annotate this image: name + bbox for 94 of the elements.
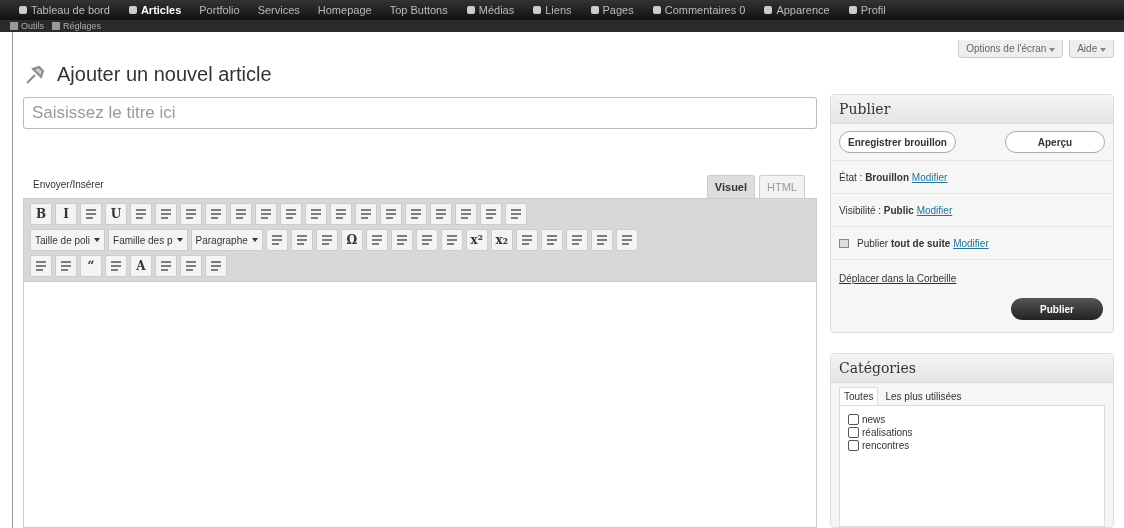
toolbar-button[interactable] — [30, 255, 52, 277]
category-item[interactable]: news — [848, 414, 1096, 425]
toolbar-dropdown[interactable]: Taille de poli — [30, 229, 106, 251]
admin-menu-item[interactable]: Apparence — [755, 4, 838, 16]
toolbar-button[interactable]: U — [105, 203, 127, 225]
toolbar-button[interactable] — [255, 203, 277, 225]
caret-icon — [251, 238, 258, 242]
caret-icon — [1100, 48, 1106, 52]
admin-menu-item[interactable]: Articles — [119, 4, 190, 16]
toolbar-button[interactable] — [265, 229, 288, 251]
menu-icon — [52, 22, 60, 30]
toolbar-button[interactable]: Ω — [340, 229, 363, 251]
toolbar-button[interactable] — [355, 203, 377, 225]
toolbar-button[interactable] — [380, 203, 402, 225]
admin-menu-item[interactable]: Commentaires 0 — [643, 4, 754, 16]
toolbar-button[interactable] — [230, 203, 252, 225]
admin-menu-item[interactable]: Médias — [457, 4, 523, 16]
admin-menu-item[interactable]: Liens — [524, 4, 580, 16]
toolbar-button[interactable] — [180, 255, 202, 277]
toolbar-dropdown[interactable]: Famille des p — [108, 229, 188, 251]
toolbar-button[interactable] — [80, 203, 102, 225]
admin-menu-item[interactable]: Profil — [839, 4, 894, 16]
status-text: État : Brouillon Modifier — [839, 171, 948, 183]
admin-menu-item[interactable]: Réglages — [52, 21, 102, 31]
toolbar-button[interactable] — [415, 229, 438, 251]
category-tab[interactable]: Les plus utilisées — [880, 387, 967, 405]
editor-tab[interactable]: Visuel — [706, 175, 756, 198]
toolbar-button[interactable] — [155, 255, 177, 277]
caret-icon — [176, 238, 183, 242]
status-text: Publier tout de suite Modifier — [857, 237, 989, 249]
admin-menu-item[interactable]: Pages — [581, 4, 642, 16]
category-tab[interactable]: Toutes — [839, 387, 879, 405]
admin-menu-item[interactable]: Portfolio — [191, 4, 248, 16]
toolbar-button[interactable] — [205, 255, 227, 277]
edit-link[interactable]: Modifier — [911, 171, 948, 183]
toolbar-button[interactable]: A — [130, 255, 152, 277]
toolbar-button[interactable] — [365, 229, 388, 251]
toolbar-button[interactable] — [105, 255, 127, 277]
category-item[interactable]: rencontres — [848, 440, 1096, 451]
toolbar-button[interactable]: “ — [80, 255, 102, 277]
toolbar-button[interactable] — [305, 203, 327, 225]
toolbar-button[interactable] — [505, 203, 527, 225]
toolbar-button[interactable]: I — [55, 203, 77, 225]
upload-label: Envoyer/Insérer — [33, 179, 104, 190]
toolbar-button[interactable]: x₂ — [490, 229, 513, 251]
toolbar-button[interactable] — [290, 229, 313, 251]
checkbox[interactable] — [848, 440, 859, 451]
toolbar-button[interactable] — [180, 203, 202, 225]
toolbar-button[interactable] — [540, 229, 563, 251]
admin-menu-item[interactable]: Tableau de bord — [10, 4, 118, 16]
toolbar-button[interactable] — [405, 203, 427, 225]
toolbar-button[interactable] — [315, 229, 338, 251]
admin-menu-item[interactable]: Homepage — [309, 4, 380, 16]
toolbar-button[interactable] — [565, 229, 588, 251]
status-text: Visibilité : Public Modifier — [839, 204, 953, 216]
toolbar-button[interactable] — [455, 203, 477, 225]
toolbar-button[interactable] — [480, 203, 502, 225]
toolbar-button[interactable] — [390, 229, 413, 251]
admin-menu-item[interactable]: Services — [249, 4, 308, 16]
toolbar-button[interactable] — [330, 203, 352, 225]
trash-link[interactable]: Déplacer dans la Corbeille — [839, 272, 957, 284]
toolbar-button[interactable] — [440, 229, 463, 251]
caret-icon — [94, 238, 101, 242]
toolbar-button[interactable] — [205, 203, 227, 225]
toolbar-dropdown[interactable]: Paragraphe — [190, 229, 263, 251]
preview-button[interactable]: Aperçu — [1005, 131, 1105, 153]
checkbox[interactable] — [848, 427, 859, 438]
toolbar-button[interactable] — [430, 203, 452, 225]
panel-title: Catégories — [831, 354, 1113, 383]
save-draft-button[interactable]: Enregistrer brouillon — [839, 131, 956, 153]
toolbar-button[interactable] — [515, 229, 538, 251]
align-left-icon — [234, 208, 248, 220]
toolbar-button[interactable] — [590, 229, 613, 251]
menu-icon — [10, 22, 18, 30]
toolbar-button[interactable] — [130, 203, 152, 225]
screen-options-tab[interactable]: Aide — [1069, 40, 1114, 58]
toolbar-button[interactable]: B — [30, 203, 52, 225]
page-title: Ajouter un nouvel article — [57, 62, 272, 86]
panel-title: Publier — [831, 95, 1113, 124]
admin-menu-item[interactable]: Outils — [10, 21, 44, 31]
toolbar-button[interactable]: x² — [465, 229, 488, 251]
toolbar-button[interactable] — [55, 255, 77, 277]
admin-menu-item[interactable]: Top Buttons — [381, 4, 456, 16]
edit-link[interactable]: Modifier — [953, 237, 989, 249]
toolbar-button[interactable] — [280, 203, 302, 225]
title-field[interactable]: Saisissez le titre ici — [23, 97, 817, 129]
screen-options-tab[interactable]: Options de l'écran — [958, 40, 1064, 58]
checkbox[interactable] — [848, 414, 859, 425]
toolbar-button[interactable] — [615, 229, 638, 251]
publish-button[interactable]: Publier — [1011, 298, 1103, 320]
category-item[interactable]: réalisations — [848, 427, 1096, 438]
edit-link[interactable]: Modifier — [916, 204, 953, 216]
caret-icon — [1049, 48, 1056, 52]
toolbar-button[interactable] — [155, 203, 177, 225]
